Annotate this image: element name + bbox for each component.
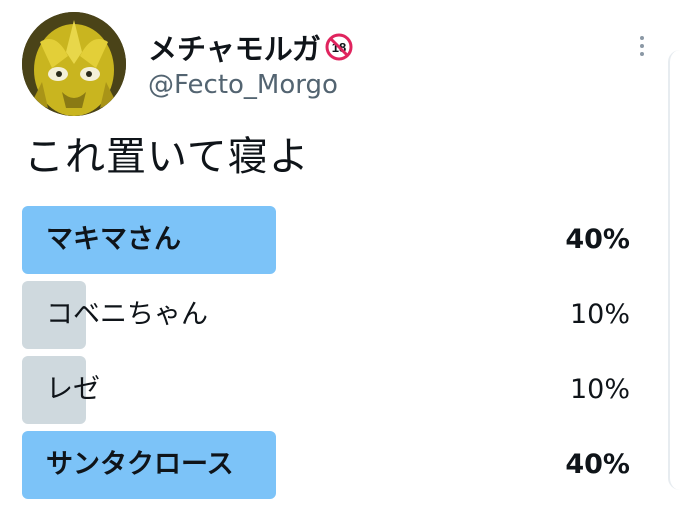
adjacent-panel-edge — [668, 50, 680, 490]
poll-option-label: マキマさん — [46, 224, 181, 255]
more-options-button[interactable] — [628, 30, 656, 62]
more-dots-icon — [640, 52, 644, 56]
more-dots-icon — [640, 36, 644, 40]
poll-option-label: レゼ — [46, 374, 100, 405]
poll-option: コベニちゃん 10% — [22, 281, 634, 349]
poll: マキマさん 40% コベニちゃん 10% レゼ 10% サンタクロース 40% — [22, 206, 634, 506]
user-handle[interactable]: @Fecto_Morgo — [148, 70, 338, 100]
more-dots-icon — [640, 44, 644, 48]
poll-option: マキマさん 40% — [22, 206, 634, 274]
poll-option-label: コベニちゃん — [46, 299, 208, 330]
poll-option-label: サンタクロース — [46, 449, 234, 480]
poll-option-percent: 10% — [569, 374, 630, 405]
poll-option-percent: 40% — [565, 224, 630, 255]
poll-option-percent: 10% — [569, 299, 630, 330]
r18-icon: 18 — [325, 33, 353, 61]
poll-option: レゼ 10% — [22, 356, 634, 424]
tweet-card: メチャモルガ 18 @Fecto_Morgo これ置いて寝よ マキマさん 40%… — [0, 0, 680, 502]
poll-option-percent: 40% — [565, 449, 630, 480]
avatar[interactable] — [22, 12, 126, 116]
display-name-row: メチャモルガ 18 — [148, 26, 353, 68]
display-name[interactable]: メチャモルガ — [148, 26, 321, 68]
tweet-text: これ置いて寝よ — [24, 134, 310, 180]
poll-option: サンタクロース 40% — [22, 431, 634, 499]
avatar-image — [22, 12, 126, 116]
